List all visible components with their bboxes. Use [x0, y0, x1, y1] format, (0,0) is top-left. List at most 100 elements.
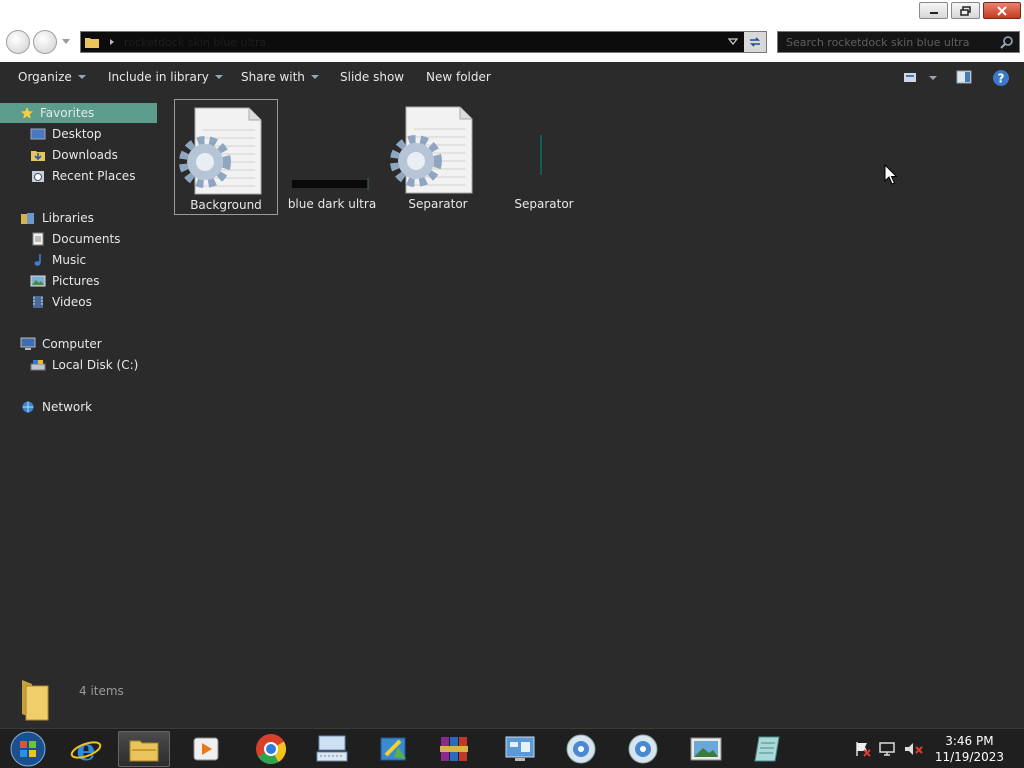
taskbar-windows-explorer[interactable] [118, 731, 170, 767]
nav-local-disk-label: Local Disk (C:) [52, 358, 139, 372]
pictures-icon [30, 275, 46, 287]
paint-icon [380, 737, 406, 761]
nav-videos[interactable]: Videos [30, 292, 92, 312]
taskbar-photo-viewer[interactable] [680, 731, 732, 767]
file-item[interactable]: blue dark ultra [280, 99, 384, 215]
internet-explorer-icon: e [70, 733, 102, 765]
file-item[interactable]: Background [174, 99, 278, 215]
address-dropdown-icon[interactable] [728, 38, 738, 46]
forward-button[interactable] [33, 30, 57, 54]
taskbar: e 3:46 PM 11/19/2023 [0, 728, 1024, 768]
taskbar-dvd-app-2[interactable] [617, 731, 669, 767]
file-list-view[interactable]: Background blue dark ultra Separator Sep… [160, 92, 1024, 670]
title-bar [0, 0, 1024, 22]
clock-date: 11/19/2023 [934, 749, 1004, 764]
address-bar[interactable]: rocketdock skin blue ultra [80, 31, 767, 53]
minimize-button[interactable] [919, 2, 948, 19]
taskbar-keyboard-app[interactable] [306, 731, 358, 767]
dropdown-caret-icon [310, 75, 319, 79]
nav-recent-places[interactable]: Recent Places [30, 166, 135, 186]
restore-icon [959, 5, 971, 16]
computer-icon [20, 337, 36, 350]
nav-favorites[interactable]: Favorites [0, 103, 157, 123]
share-with-button[interactable]: Share with [241, 70, 319, 84]
videos-icon [33, 296, 43, 308]
share-with-label: Share with [241, 70, 305, 84]
photo-viewer-icon [690, 737, 722, 761]
command-bar: Organize Include in library Share with S… [0, 62, 1024, 92]
taskbar-control-panel[interactable] [494, 731, 546, 767]
taskbar-notepad-app[interactable] [741, 731, 793, 767]
minimize-icon [929, 11, 938, 14]
preview-pane-icon[interactable] [956, 69, 972, 85]
new-folder-button[interactable]: New folder [426, 70, 491, 84]
back-button[interactable] [6, 30, 30, 54]
windows-explorer-icon [129, 740, 159, 762]
recent-places-icon [32, 171, 44, 182]
system-tray: 3:46 PM 11/19/2023 [853, 729, 1024, 768]
organize-button[interactable]: Organize [18, 70, 86, 84]
nav-music[interactable]: Music [30, 250, 86, 270]
clock-time: 3:46 PM [945, 733, 994, 748]
change-view-icon[interactable] [903, 69, 939, 85]
media-player-icon [193, 737, 219, 761]
disc-icon [628, 734, 658, 764]
nav-pictures[interactable]: Pictures [30, 271, 100, 291]
file-item[interactable]: Separator [492, 99, 596, 215]
taskbar-media-player[interactable] [180, 731, 232, 767]
slide-show-label: Slide show [340, 70, 405, 84]
search-input[interactable]: Search rocketdock skin blue ultra [786, 36, 1000, 49]
notepad-icon [754, 736, 780, 762]
close-icon [997, 5, 1007, 16]
local-disk-icon [30, 360, 46, 371]
nav-downloads[interactable]: Downloads [30, 145, 118, 165]
include-in-library-button[interactable]: Include in library [108, 70, 223, 84]
volume-muted-icon[interactable] [903, 740, 925, 758]
nav-computer[interactable]: Computer [20, 334, 102, 354]
address-row: rocketdock skin blue ultra Search rocket… [0, 22, 1024, 62]
navigation-pane: Favorites Desktop Downloads Recent Place… [0, 100, 160, 670]
nav-computer-label: Computer [42, 337, 102, 351]
clock[interactable]: 3:46 PM 11/19/2023 [935, 733, 1004, 765]
taskbar-winrar[interactable] [428, 731, 480, 767]
nav-libraries[interactable]: Libraries [20, 208, 94, 228]
nav-downloads-label: Downloads [52, 148, 118, 162]
nav-desktop[interactable]: Desktop [30, 124, 102, 144]
taskbar-internet-explorer[interactable]: e [60, 731, 112, 767]
search-box[interactable]: Search rocketdock skin blue ultra [777, 31, 1020, 53]
action-center-flag-icon[interactable] [853, 740, 873, 758]
refresh-button[interactable] [744, 32, 766, 52]
file-name: Separator [408, 197, 468, 211]
nav-videos-label: Videos [52, 295, 92, 309]
taskbar-dvd-app-1[interactable] [555, 731, 607, 767]
taskbar-paint-app[interactable] [368, 731, 420, 767]
recent-pages-icon[interactable] [62, 39, 70, 45]
nav-network[interactable]: Network [20, 397, 92, 417]
slide-show-button[interactable]: Slide show [340, 70, 404, 84]
restore-button[interactable] [951, 2, 980, 19]
settings-file-icon [179, 107, 262, 195]
file-item[interactable]: Separator [386, 99, 490, 215]
svg-text:?: ? [998, 72, 1005, 86]
close-button[interactable] [983, 2, 1021, 19]
breadcrumb-chevron-icon[interactable] [108, 38, 116, 46]
taskbar-chrome[interactable] [245, 731, 297, 767]
address-path[interactable]: rocketdock skin blue ultra [124, 36, 728, 49]
help-icon[interactable]: ? [992, 69, 1010, 87]
folder-icon [85, 38, 99, 48]
nav-local-disk[interactable]: Local Disk (C:) [30, 355, 138, 375]
start-orb-icon [10, 731, 46, 767]
network-status-icon[interactable] [877, 740, 899, 758]
include-in-library-label: Include in library [108, 70, 209, 84]
downloads-icon [31, 151, 45, 161]
start-button[interactable] [2, 731, 54, 767]
svg-text:e: e [76, 733, 95, 765]
search-icon[interactable] [1000, 35, 1014, 49]
nav-recent-places-label: Recent Places [52, 169, 136, 183]
desktop-icon [30, 128, 46, 140]
nav-documents[interactable]: Documents [30, 229, 120, 249]
disc-icon [566, 734, 596, 764]
folder-icon [22, 680, 49, 721]
nav-desktop-label: Desktop [52, 127, 102, 141]
mouse-cursor-icon [884, 164, 898, 185]
